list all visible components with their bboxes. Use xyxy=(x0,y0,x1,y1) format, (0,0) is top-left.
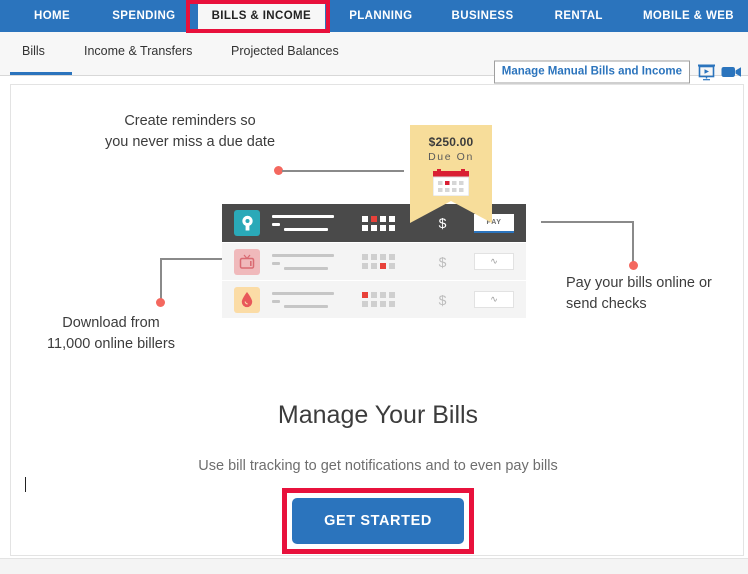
get-started-button[interactable]: GET STARTED xyxy=(292,498,464,544)
placeholder-line xyxy=(272,291,334,295)
connector-line-right-vertical xyxy=(632,221,634,264)
placeholder-line xyxy=(284,228,328,231)
active-tab-indicator xyxy=(10,72,72,75)
badge-tail xyxy=(410,201,492,223)
placeholder-line-group xyxy=(272,261,334,270)
placeholder-line-group xyxy=(272,299,334,308)
nav-item-mobile-and-web[interactable]: MOBILE & WEB xyxy=(629,0,748,32)
amount-currency-symbol: $ xyxy=(438,253,447,270)
page-title: Manage Your Bills xyxy=(277,401,479,429)
calendar-icon xyxy=(432,169,470,197)
connector-line-top xyxy=(282,169,404,172)
presentation-icon[interactable] xyxy=(697,63,716,82)
bill-name-placeholder xyxy=(272,253,334,270)
secondary-navigation-bar: Bills Income & Transfers Projected Balan… xyxy=(0,32,748,84)
nav-item-planning[interactable]: PLANNING xyxy=(335,0,426,32)
tab-bills[interactable]: Bills xyxy=(22,44,45,58)
lightbulb-icon xyxy=(234,210,260,236)
bill-name-placeholder xyxy=(272,291,334,308)
nav-item-home[interactable]: HOME xyxy=(20,0,84,32)
date-dot-grid xyxy=(361,254,395,269)
placeholder-line-group xyxy=(272,223,334,231)
placeholder-line xyxy=(272,299,280,303)
date-dot-grid xyxy=(361,215,395,231)
placeholder-line xyxy=(272,223,280,226)
manage-manual-bills-link[interactable]: Manage Manual Bills and Income xyxy=(493,60,690,84)
placeholder-line xyxy=(284,266,328,270)
water-drop-icon xyxy=(234,286,260,313)
nav-item-business[interactable]: BUSINESS xyxy=(438,0,528,32)
nav-item-spending[interactable]: SPENDING xyxy=(98,0,189,32)
bills-landing-panel: Create reminders so you never miss a due… xyxy=(10,84,744,556)
date-dot-grid xyxy=(361,292,395,307)
connector-dot-left xyxy=(156,298,165,307)
placeholder-line xyxy=(284,304,328,308)
primary-navigation-bar: HOME SPENDING BILLS & INCOME PLANNING BU… xyxy=(0,0,748,32)
due-amount-badge: $250.00 Due On xyxy=(410,125,492,223)
television-icon xyxy=(234,248,260,275)
placeholder-line xyxy=(272,261,280,265)
connector-dot-right xyxy=(629,261,638,270)
video-camera-icon[interactable] xyxy=(721,65,742,80)
connector-line-left-vertical xyxy=(160,258,162,301)
page-subtitle: Use bill tracking to get notifications a… xyxy=(198,458,558,474)
placeholder-line xyxy=(272,253,334,257)
bill-row[interactable]: $ ∿ xyxy=(222,243,526,280)
tab-projected-balances[interactable]: Projected Balances xyxy=(231,44,339,58)
badge-amount: $250.00 xyxy=(428,135,474,149)
sparkline-button[interactable]: ∿ xyxy=(473,291,514,308)
bill-name-placeholder xyxy=(272,215,334,231)
badge-due-label: Due On xyxy=(428,151,474,163)
placeholder-line xyxy=(272,215,334,218)
badge-body: $250.00 Due On xyxy=(410,125,492,201)
tab-income-and-transfers[interactable]: Income & Transfers xyxy=(84,44,192,58)
nav-item-bills-and-income[interactable]: BILLS & INCOME xyxy=(197,0,326,32)
footer-strip xyxy=(0,558,748,574)
connector-line-right-horizontal xyxy=(541,221,634,223)
amount-currency-symbol: $ xyxy=(438,291,447,308)
callout-download-billers: Download from 11,000 online billers xyxy=(47,315,175,352)
callout-pay-bills-online: Pay your bills online or send checks xyxy=(566,275,712,312)
text-cursor-artifact xyxy=(25,477,26,492)
callout-create-reminders: Create reminders so you never miss a due… xyxy=(104,113,276,150)
bill-row[interactable]: $ ∿ xyxy=(222,281,526,318)
nav-item-rental[interactable]: RENTAL xyxy=(541,0,617,32)
sparkline-button[interactable]: ∿ xyxy=(473,253,514,270)
